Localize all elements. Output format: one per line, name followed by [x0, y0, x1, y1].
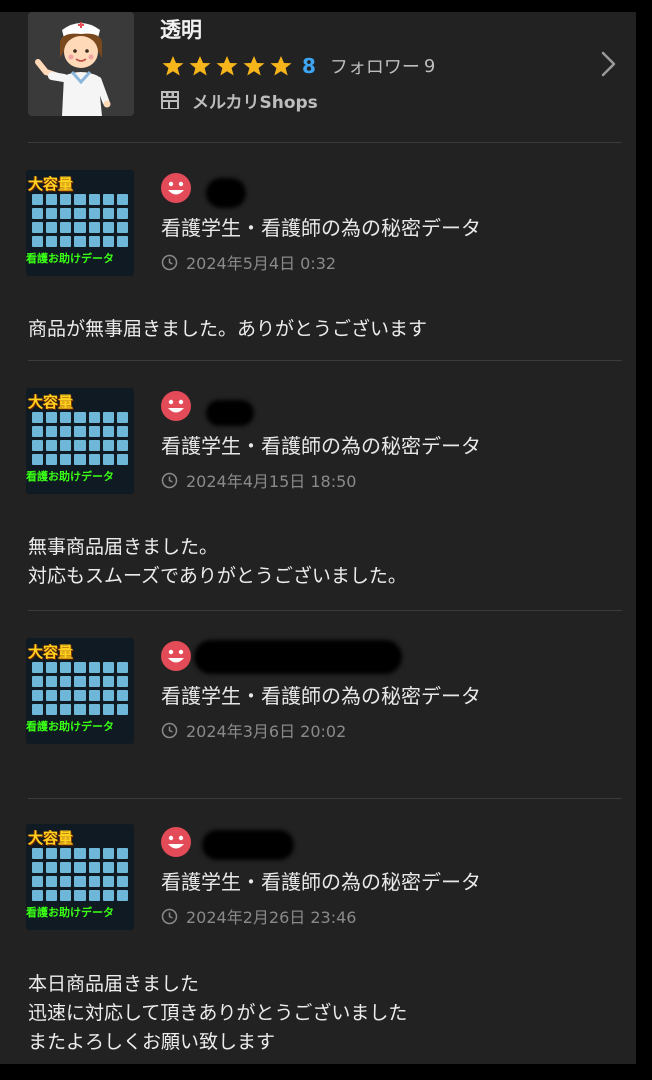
chevron-right-icon[interactable] [596, 50, 620, 78]
product-title[interactable]: 看護学生・看護師の為の秘密データ [161, 680, 481, 709]
good-rating-face-icon [161, 641, 191, 671]
review-date: 2024年4月15日 18:50 [186, 472, 357, 491]
review-date-row: 2024年4月15日 18:50 [161, 468, 356, 492]
seller-name[interactable]: 透明 [160, 14, 202, 44]
review-date: 2024年2月26日 23:46 [186, 908, 357, 927]
thumbnail-folders [32, 194, 128, 254]
thumbnail-caption: 看護お助けデータ [26, 252, 114, 265]
seller-avatar[interactable] [28, 12, 134, 116]
shop-icon [161, 91, 179, 109]
comment-line: 対応もスムーズでありがとうございました。 [28, 565, 407, 587]
follower-count[interactable]: 9 [424, 56, 435, 77]
product-thumbnail[interactable]: 大容量 看護お助けデータ [26, 170, 134, 276]
review-comment: 本日商品届きました 迅速に対応して頂きありがとうございました またよろしくお願い… [28, 970, 407, 1057]
thumbnail-title: 大容量 [28, 393, 74, 411]
star-icon [216, 56, 238, 76]
clock-icon [161, 254, 178, 270]
divider [28, 142, 622, 143]
thumbnail-caption: 看護お助けデータ [26, 720, 114, 733]
comment-line: 本日商品届きました [28, 973, 200, 995]
product-thumbnail[interactable]: 大容量 看護お助けデータ [26, 388, 134, 494]
review-date-row: 2024年2月26日 23:46 [161, 904, 356, 928]
thumbnail-folders [32, 662, 128, 722]
clock-icon [161, 908, 178, 924]
thumbnail-title: 大容量 [28, 175, 74, 193]
shops-label: メルカリShops [192, 92, 318, 113]
star-icon [270, 56, 292, 76]
rating-count[interactable]: 8 [302, 54, 316, 78]
redacted-username [202, 830, 294, 860]
shops-badge: メルカリShops [160, 88, 318, 113]
review-date: 2024年5月4日 0:32 [186, 254, 337, 273]
good-rating-face-icon [161, 827, 191, 857]
clock-icon [161, 722, 178, 738]
nurse-illustration-icon [28, 12, 134, 116]
star-icon [189, 56, 211, 76]
product-title[interactable]: 看護学生・看護師の為の秘密データ [161, 866, 481, 895]
review-comment: 商品が無事届きました。ありがとうございます [28, 315, 427, 344]
review-date: 2024年3月6日 20:02 [186, 722, 347, 741]
comment-line: 商品が無事届きました。ありがとうございます [28, 318, 428, 340]
review-date-row: 2024年3月6日 20:02 [161, 718, 346, 742]
good-rating-face-icon [161, 173, 191, 203]
redacted-username [194, 640, 402, 674]
seller-rating-row: 8 フォロワー 9 [160, 52, 435, 80]
thumbnail-caption: 看護お助けデータ [26, 470, 114, 483]
clock-icon [161, 472, 178, 488]
comment-line: またよろしくお願い致します [28, 1031, 276, 1053]
product-thumbnail[interactable]: 大容量 看護お助けデータ [26, 638, 134, 744]
thumbnail-folders [32, 412, 128, 472]
star-rating [160, 54, 294, 78]
thumbnail-title: 大容量 [28, 643, 74, 661]
divider [28, 798, 622, 799]
divider [28, 610, 622, 611]
comment-line: 無事商品届きました。 [28, 536, 219, 558]
redacted-username [206, 400, 254, 426]
product-title[interactable]: 看護学生・看護師の為の秘密データ [161, 212, 481, 241]
seller-header[interactable]: 透明 8 フォロワー 9 メルカリShops [0, 12, 636, 142]
product-thumbnail[interactable]: 大容量 看護お助けデータ [26, 824, 134, 930]
star-icon [243, 56, 265, 76]
divider [28, 360, 622, 361]
review-date-row: 2024年5月4日 0:32 [161, 250, 336, 274]
comment-line: 迅速に対応して頂きありがとうございました [28, 1002, 408, 1024]
good-rating-face-icon [161, 391, 191, 421]
star-icon [162, 56, 184, 76]
review-comment: 無事商品届きました。 対応もスムーズでありがとうございました。 [28, 533, 407, 591]
thumbnail-folders [32, 848, 128, 908]
thumbnail-title: 大容量 [28, 829, 74, 847]
follower-label[interactable]: フォロワー [330, 53, 420, 79]
thumbnail-caption: 看護お助けデータ [26, 906, 114, 919]
redacted-username [206, 178, 246, 208]
review-screen: 透明 8 フォロワー 9 メルカリShops 大容量 看護お助けデータ 看護学生… [0, 12, 636, 1064]
product-title[interactable]: 看護学生・看護師の為の秘密データ [161, 430, 481, 459]
